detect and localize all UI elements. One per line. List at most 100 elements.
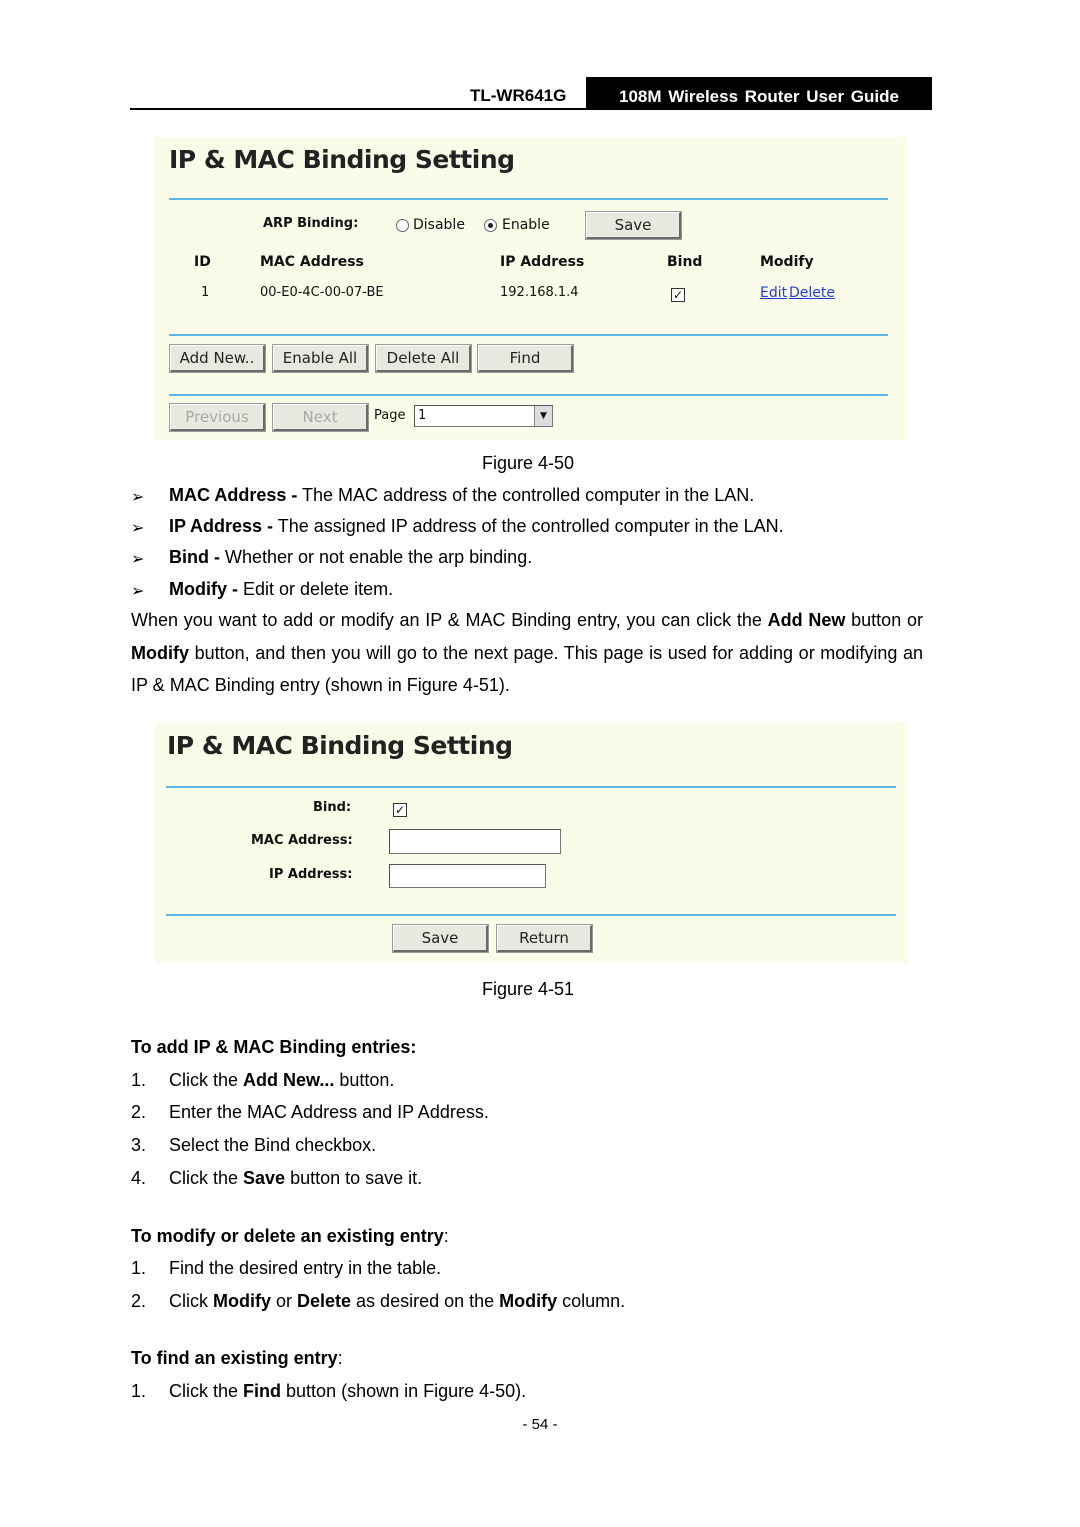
intro-paragraph: When you want to add or modify an IP & M…	[131, 604, 923, 702]
page-label: Page	[374, 408, 406, 423]
arp-disable-radio[interactable]	[396, 219, 409, 232]
para-text: When you want to add or modify an IP & M…	[131, 610, 768, 630]
step-bold: Modify	[213, 1291, 271, 1311]
bullet-text: The MAC address of the controlled comput…	[297, 485, 755, 505]
step-number: 1.	[131, 1070, 147, 1090]
figure-50-caption: Figure 4-50	[482, 453, 575, 473]
divider	[166, 914, 896, 916]
add-new-button[interactable]: Add New..	[170, 345, 265, 372]
mac-address-label: MAC Address:	[251, 833, 353, 848]
return-button[interactable]: Return	[497, 925, 592, 952]
step-number: 1.	[131, 1258, 147, 1278]
page-number: - 54 -	[522, 1416, 558, 1433]
bind-checkbox[interactable]: ✓	[393, 803, 407, 817]
find-button[interactable]: Find	[478, 345, 573, 372]
step-bold: Save	[243, 1168, 286, 1188]
bullet-mac-address: MAC Address - The MAC address of the con…	[169, 485, 754, 506]
divider	[166, 786, 896, 788]
step-text: column.	[557, 1291, 626, 1311]
step-text: button to save it.	[285, 1168, 423, 1188]
add-step-2: Enter the MAC Address and IP Address.	[169, 1102, 489, 1122]
add-section-heading: To add IP & MAC Binding entries:	[131, 1037, 417, 1057]
next-button[interactable]: Next	[273, 404, 368, 431]
modify-step-1: Find the desired entry in the table.	[169, 1258, 442, 1278]
figure-50-screenshot: IP & MAC Binding Setting ARP Binding: Di…	[155, 137, 907, 440]
figure-51-caption: Figure 4-51	[482, 979, 575, 999]
step-text: as desired on the	[351, 1291, 500, 1311]
row-mac: 00-E0-4C-00-07-BE	[260, 285, 384, 300]
bind-label: Bind:	[313, 800, 352, 815]
arp-disable-label: Disable	[413, 217, 465, 233]
figure-51-screenshot: IP & MAC Binding Setting Bind: ✓ MAC Add…	[155, 723, 907, 963]
figure-51-title: IP & MAC Binding Setting	[167, 731, 513, 760]
enable-all-button[interactable]: Enable All	[273, 345, 368, 372]
bullet-icon: ➢	[131, 551, 145, 568]
delete-link[interactable]: Delete	[789, 285, 835, 301]
mac-address-input[interactable]	[389, 829, 561, 854]
page-select-value: 1	[418, 408, 427, 423]
ip-address-input[interactable]	[389, 864, 546, 888]
bullet-text: Edit or delete item.	[238, 579, 394, 599]
step-number: 2.	[131, 1102, 147, 1122]
bullet-ip-address: IP Address - The assigned IP address of …	[169, 516, 784, 537]
para-bold: Add New	[767, 610, 846, 630]
ip-address-label: IP Address:	[269, 867, 353, 882]
header-model: TL-WR641G	[470, 86, 567, 105]
delete-all-button[interactable]: Delete All	[376, 345, 471, 372]
header-rule	[130, 108, 932, 110]
step-bold: Modify	[499, 1291, 558, 1311]
col-bind: Bind	[667, 254, 703, 270]
arp-binding-label: ARP Binding:	[263, 216, 359, 231]
bullet-icon: ➢	[131, 489, 145, 506]
para-bold: Modify	[131, 642, 189, 663]
step-text: Click the	[169, 1168, 244, 1188]
step-bold: Find	[243, 1381, 282, 1401]
heading-colon: :	[337, 1348, 343, 1368]
divider	[169, 334, 888, 336]
step-text: button.	[334, 1070, 395, 1090]
find-step-1: Click the Find button (shown in Figure 4…	[169, 1381, 526, 1402]
heading-colon: :	[443, 1226, 449, 1246]
col-ip-address: IP Address	[500, 254, 585, 270]
step-bold: Delete	[297, 1291, 352, 1311]
bullet-icon: ➢	[131, 520, 145, 537]
col-mac-address: MAC Address	[260, 254, 364, 270]
arp-enable-radio[interactable]	[484, 219, 497, 232]
bullet-text: The assigned IP address of the controlle…	[273, 516, 784, 536]
step-text: or	[271, 1291, 298, 1311]
para-text: button, and then you will go to the next…	[131, 642, 923, 696]
bullet-term: MAC Address -	[169, 485, 298, 505]
row-id: 1	[201, 285, 210, 300]
step-text: button (shown in Figure 4-50).	[281, 1381, 527, 1401]
bullet-text: Whether or not enable the arp binding.	[220, 547, 533, 567]
previous-button[interactable]: Previous	[170, 404, 265, 431]
save-button[interactable]: Save	[586, 212, 681, 239]
arp-enable-label: Enable	[502, 217, 550, 233]
heading-text: To modify or delete an existing entry	[131, 1226, 444, 1246]
bullet-term: IP Address -	[169, 516, 274, 536]
add-step-4: Click the Save button to save it.	[169, 1168, 422, 1189]
col-id: ID	[194, 254, 211, 270]
add-step-1: Click the Add New... button.	[169, 1070, 394, 1091]
step-number: 3.	[131, 1135, 147, 1155]
bullet-icon: ➢	[131, 583, 145, 600]
modify-step-2: Click Modify or Delete as desired on the…	[169, 1291, 625, 1312]
page-select[interactable]: 1 ▼	[414, 405, 553, 427]
figure-50-title: IP & MAC Binding Setting	[169, 145, 515, 174]
modify-section-heading: To modify or delete an existing entry:	[131, 1226, 449, 1247]
step-number: 1.	[131, 1381, 147, 1401]
add-step-3: Select the Bind checkbox.	[169, 1135, 377, 1155]
divider	[169, 198, 888, 200]
chevron-down-icon[interactable]: ▼	[534, 406, 552, 426]
step-text: Click the	[169, 1381, 244, 1401]
bullet-term: Bind -	[169, 547, 220, 567]
row-bind-checkbox[interactable]: ✓	[671, 288, 685, 302]
bullet-term: Modify -	[169, 579, 238, 599]
step-number: 2.	[131, 1291, 147, 1311]
bullet-modify: Modify - Edit or delete item.	[169, 579, 393, 600]
step-number: 4.	[131, 1168, 147, 1188]
col-modify: Modify	[760, 254, 814, 270]
divider	[169, 394, 888, 396]
edit-link[interactable]: Edit	[760, 285, 787, 301]
save-button[interactable]: Save	[393, 925, 488, 952]
